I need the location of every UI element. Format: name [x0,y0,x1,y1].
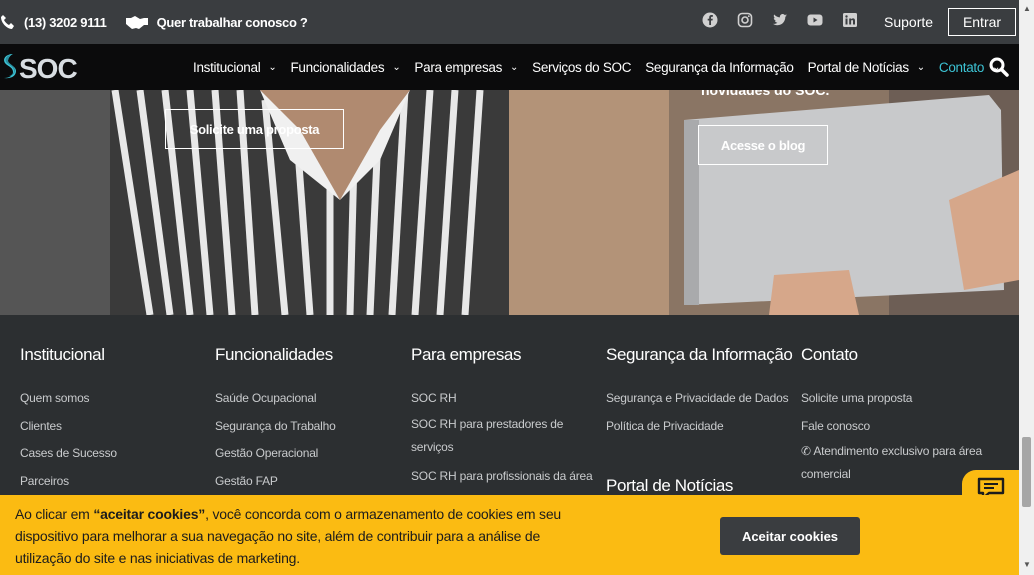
search-icon[interactable] [989,57,1009,82]
footer-heading-portal[interactable]: Portal de Notícias [606,476,792,496]
nav-item-label: Segurança da Informação [645,59,794,75]
nav-item-label: Institucional [193,59,261,75]
hero-right-image [509,90,1019,315]
blog-button[interactable]: Acesse o blog [698,125,828,165]
footer-heading: Institucional [20,345,105,364]
footer-col-para-empresas: Para empresas SOC RH SOC RH para prestad… [411,345,596,490]
handshake-icon [125,14,149,30]
top-bar: (13) 3202 9111 Quer trabalhar conosco ? … [0,0,1019,44]
nav-item-label: Para empresas [414,59,503,75]
footer-link-label: Atendimento exclusivo para área comercia… [801,444,982,481]
footer-link[interactable]: Segurança e Privacidade de Dados [606,385,792,413]
footer-link[interactable]: Clientes [20,413,117,441]
nav-item-para-empresas[interactable]: Para empresas ⌄ [414,60,518,75]
main-nav: SOC Institucional ⌄ Funcionalidades ⌄ Para… [0,44,1019,90]
footer-col-institucional: Institucional Quem somos Clientes Cases … [20,345,117,495]
chevron-down-icon: ⌄ [510,61,519,73]
nav-item-label: Funcionalidades [290,59,385,75]
footer-link[interactable]: Gestão FAP [215,468,336,496]
cookie-text: Ao clicar em “aceitar cookies”, você con… [15,503,575,569]
facebook-icon[interactable] [702,12,718,28]
support-link[interactable]: Suporte [884,14,933,30]
logo[interactable]: SOC [0,52,78,85]
hero-right-text: novidades do SOC. [701,90,830,98]
scrollbar-thumb[interactable] [1022,437,1031,507]
chevron-down-icon: ⌄ [916,61,925,73]
nav-item-label: Portal de Notícias [807,59,909,75]
whatsapp-icon: ✆ [801,444,811,458]
footer-heading: Segurança da Informação [606,345,793,364]
footer-heading: Para empresas [411,345,522,364]
accept-cookies-button[interactable]: Aceitar cookies [720,517,860,555]
nav-item-label: Contato [938,59,985,75]
footer-col-funcionalidades: Funcionalidades Saúde Ocupacional Segura… [215,345,336,495]
footer-link[interactable]: Política de Privacidade [606,413,792,441]
nav-item-funcionalidades[interactable]: Funcionalidades ⌄ [290,60,400,75]
request-proposal-button[interactable]: Solicite uma proposta [165,109,344,149]
nav-item-institucional[interactable]: Institucional ⌄ [193,59,277,75]
cookie-banner: Ao clicar em “aceitar cookies”, você con… [0,495,1019,575]
cookie-text-prefix: Ao clicar em [15,506,94,522]
footer-link[interactable]: Quem somos [20,385,117,413]
nav-item-seguranca[interactable]: Segurança da Informação [645,59,794,75]
scroll-up-icon[interactable]: ▲ [1023,4,1031,13]
footer-link[interactable]: SOC RH para prestadores de serviços [411,413,596,459]
twitter-icon[interactable] [772,12,788,28]
footer-link[interactable]: Solicite uma proposta [801,385,1001,413]
soc-logo-icon [0,52,18,85]
chevron-down-icon: ⌄ [392,61,401,73]
login-button[interactable]: Entrar [948,8,1016,36]
page-scrollbar[interactable]: ▲ ▼ [1019,0,1034,575]
footer-link[interactable]: SOC RH [411,385,596,413]
instagram-icon[interactable] [737,12,753,28]
social-links [702,12,858,28]
footer-link[interactable]: Cases de Sucesso [20,440,117,468]
footer-heading: Funcionalidades [215,345,333,364]
nav-item-servicos[interactable]: Serviços do SOC [532,60,631,75]
hero-section: Solicite uma proposta novidades do SOC. … [0,90,1019,315]
nav-item-portal-noticias[interactable]: Portal de Notícias ⌄ [807,59,926,75]
phone-number[interactable]: (13) 3202 9111 [24,15,107,30]
scroll-down-icon[interactable]: ▼ [1023,560,1031,569]
phone-icon [0,14,16,30]
logo-text: SOC [19,52,78,84]
youtube-icon[interactable] [807,12,823,28]
footer-link[interactable]: Segurança do Trabalho [215,413,336,441]
footer-link[interactable]: SOC RH para profissionais da área [411,463,596,491]
footer-link[interactable]: Gestão Operacional [215,440,336,468]
nav-item-label: Serviços do SOC [532,59,632,75]
footer-col-seguranca: Segurança da Informação Segurança e Priv… [606,345,793,516]
footer-heading-label: Contato [801,345,858,364]
footer-link[interactable]: Parceiros [20,468,117,496]
chevron-down-icon: ⌄ [268,61,277,73]
footer-heading: Contato [801,345,1001,365]
cookie-text-bold: “aceitar cookies” [93,506,206,522]
careers-link[interactable]: Quer trabalhar conosco ? [157,15,308,30]
top-bar-contact: (13) 3202 9111 Quer trabalhar conosco ? [0,0,308,44]
footer-link[interactable]: Saúde Ocupacional [215,385,336,413]
linkedin-icon[interactable] [842,12,858,28]
footer-col-contato: Contato Solicite uma proposta Fale conos… [801,345,1001,490]
nav-menu: Institucional ⌄ Funcionalidades ⌄ Para emp… [193,44,1014,90]
footer-link[interactable]: Fale conosco [801,413,1001,441]
